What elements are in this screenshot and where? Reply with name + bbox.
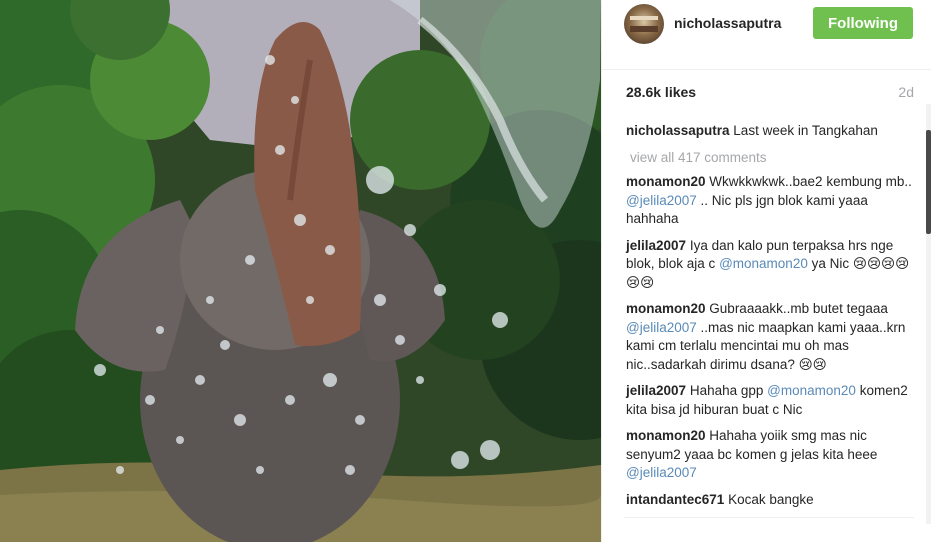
comments-list: nicholassaputra Last week in Tangkahan v… [626,122,914,517]
comment-username[interactable]: jelila2007 [626,238,686,253]
comment-username[interactable]: intandantec671 [626,492,724,507]
following-button[interactable]: Following [813,7,913,39]
comment-mention[interactable]: @jelila2007 [626,320,697,335]
elephant-photo-illustration [0,0,601,542]
comment-item: monamon20 Gubraaaakk..mb butet tegaaa @j… [626,300,914,374]
comment-mention[interactable]: @jelila2007 [626,193,697,208]
comment-item: monamon20 Hahaha yoiik smg mas nic senyu… [626,427,914,483]
caption-text: Last week in Tangkahan [733,123,878,138]
comment-username[interactable]: monamon20 [626,301,706,316]
comment-mention[interactable]: @jelila2007 [626,465,697,480]
comment-username[interactable]: jelila2007 [626,383,686,398]
caption-username[interactable]: nicholassaputra [626,123,730,138]
comment-text: Kocak bangke [728,491,814,507]
scrollbar-thumb[interactable] [926,130,931,234]
post-details-panel: nicholassaputra Following 28.6k likes 2d… [601,0,931,542]
comment-mention[interactable]: @monamon20 [719,256,808,271]
post-stats: 28.6k likes 2d [624,84,914,102]
comment-item: jelila2007 Iya dan kalo pun terpaksa hrs… [626,237,914,293]
view-all-comments-link[interactable]: view all 417 comments [630,149,914,168]
comment-username[interactable]: monamon20 [626,428,706,443]
comment-text: Wkwkkwkwk..bae2 kembung mb.. [709,174,912,189]
post-header: nicholassaputra Following [602,0,931,70]
comment-mention[interactable]: @monamon20 [767,383,856,398]
comments-scrollbar[interactable] [926,104,931,524]
comment-item: monamon20 Wkwkkwkwk..bae2 kembung mb.. @… [626,173,914,229]
comment-item: jelila2007 Hahaha gpp @monamon20 komen2 … [626,382,914,419]
post-photo[interactable] [0,0,601,542]
comment-item: intandantec671 Kocak bangke [626,491,914,510]
comment-username[interactable]: monamon20 [626,174,706,189]
avatar-detail [630,16,658,20]
likes-count[interactable]: 28.6k likes [626,84,696,100]
avatar[interactable] [624,4,664,44]
post-viewer: nicholassaputra Following 28.6k likes 2d… [0,0,931,542]
divider [624,517,914,518]
caption: nicholassaputra Last week in Tangkahan [626,122,914,141]
avatar-detail [630,26,658,32]
username-link[interactable]: nicholassaputra [674,15,781,31]
comment-text: Gubraaaakk..mb butet tegaaa [709,301,888,316]
comment-text: Hahaha gpp [689,383,764,398]
post-age[interactable]: 2d [898,84,914,100]
